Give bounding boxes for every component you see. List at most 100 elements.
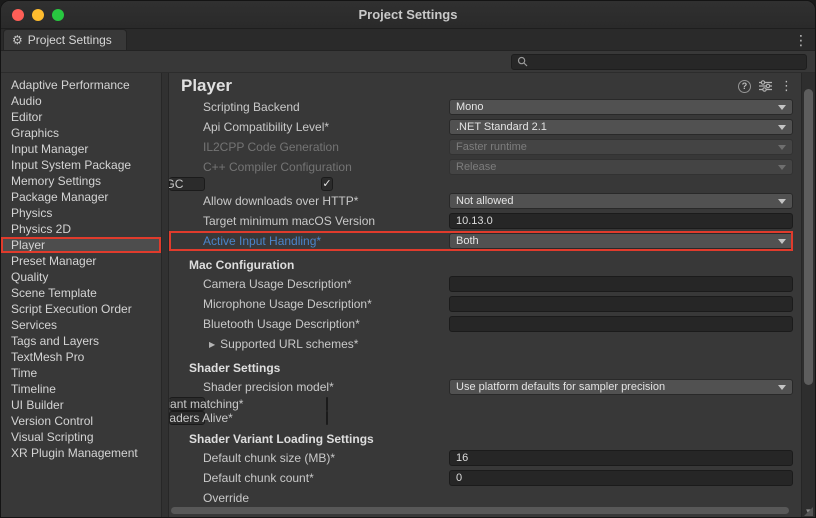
text-field-microphone-usage-description[interactable] xyxy=(449,296,793,312)
sidebar-item-memory-settings[interactable]: Memory Settings xyxy=(1,173,161,189)
text-field-camera-usage-description[interactable] xyxy=(449,276,793,292)
settings-row-api-compatibility-level[interactable]: Api Compatibility Level*.NET Standard 2.… xyxy=(169,117,793,137)
dropdown-c-compiler-configuration[interactable]: Release xyxy=(449,159,793,175)
checkbox-use-incremental-gc[interactable]: ✓ xyxy=(321,177,332,191)
section-header-mac-configuration: Mac Configuration xyxy=(169,255,793,274)
text-field-value: 10.13.0 xyxy=(456,215,493,227)
panel-header: Player ? ⋮ xyxy=(169,73,801,97)
sidebar-item-script-execution-order[interactable]: Script Execution Order xyxy=(1,301,161,317)
settings-row-supported-url-schemes[interactable]: ▶ Supported URL schemes* xyxy=(169,334,793,354)
sidebar-item-graphics[interactable]: Graphics xyxy=(1,125,161,141)
tab-project-settings[interactable]: ⚙ Project Settings xyxy=(3,29,127,50)
setting-label: Strict shader variant matching* xyxy=(169,397,326,411)
setting-label: Camera Usage Description* xyxy=(203,277,449,291)
chevron-down-icon xyxy=(778,385,786,390)
sidebar-item-input-manager[interactable]: Input Manager xyxy=(1,141,161,157)
vertical-scrollbar-thumb[interactable] xyxy=(804,89,813,385)
settings-row-scripting-backend[interactable]: Scripting BackendMono xyxy=(169,97,793,117)
titlebar: Project Settings xyxy=(1,1,815,29)
foldout-arrow-icon[interactable]: ▶ xyxy=(209,340,215,349)
sidebar-item-version-control[interactable]: Version Control xyxy=(1,413,161,429)
sidebar-item-player[interactable]: Player xyxy=(1,237,161,253)
checkbox-keep-loaded-shaders-alive[interactable] xyxy=(326,411,328,425)
sidebar-item-timeline[interactable]: Timeline xyxy=(1,381,161,397)
sidebar-item-package-manager[interactable]: Package Manager xyxy=(1,189,161,205)
window-controls xyxy=(1,9,64,21)
settings-row-strict-shader-variant-matching[interactable]: Strict shader variant matching* xyxy=(169,397,205,411)
setting-label: Microphone Usage Description* xyxy=(203,297,449,311)
sidebar-item-visual-scripting[interactable]: Visual Scripting xyxy=(1,429,161,445)
settings-row-use-incremental-gc[interactable]: Use incremental GC✓ xyxy=(169,177,205,191)
sidebar-item-audio[interactable]: Audio xyxy=(1,93,161,109)
settings-row-il2cpp-code-generation[interactable]: IL2CPP Code Generation Faster runtime xyxy=(169,137,793,157)
text-field-default-chunk-size-mb[interactable]: 16 xyxy=(449,450,793,466)
sidebar-item-tags-and-layers[interactable]: Tags and Layers xyxy=(1,333,161,349)
minimize-window-button[interactable] xyxy=(32,9,44,21)
sidebar-item-ui-builder[interactable]: UI Builder xyxy=(1,397,161,413)
window-resize-handle[interactable] xyxy=(804,507,813,516)
setting-label: Target minimum macOS Version xyxy=(203,214,449,228)
settings-row-keep-loaded-shaders-alive[interactable]: Keep Loaded Shaders Alive* xyxy=(169,411,205,425)
text-field-default-chunk-count[interactable]: 0 xyxy=(449,470,793,486)
dropdown-api-compatibility-level[interactable]: .NET Standard 2.1 xyxy=(449,119,793,135)
sidebar-item-textmesh-pro[interactable]: TextMesh Pro xyxy=(1,349,161,365)
sidebar-item-quality[interactable]: Quality xyxy=(1,269,161,285)
settings-row-c-compiler-configuration[interactable]: C++ Compiler ConfigurationRelease xyxy=(169,157,793,177)
sidebar-item-services[interactable]: Services xyxy=(1,317,161,333)
setting-label: Override xyxy=(203,491,449,505)
section-header-shader-variant-loading-settings: Shader Variant Loading Settings xyxy=(169,429,793,448)
sidebar-item-xr-plugin-management[interactable]: XR Plugin Management xyxy=(1,445,161,461)
sidebar-item-time[interactable]: Time xyxy=(1,365,161,381)
close-window-button[interactable] xyxy=(12,9,24,21)
dropdown-allow-downloads-over-http[interactable]: Not allowed xyxy=(449,193,793,209)
settings-row-override: Override xyxy=(169,488,793,508)
text-field-bluetooth-usage-description[interactable] xyxy=(449,316,793,332)
settings-row-active-input-handling[interactable]: Active Input Handling*Both xyxy=(169,231,793,251)
panel-menu-button[interactable]: ⋮ xyxy=(780,78,793,94)
search-field[interactable] xyxy=(511,54,807,70)
dropdown-value: Faster runtime xyxy=(456,141,527,153)
text-field-target-minimum-macos-version[interactable]: 10.13.0 xyxy=(449,213,793,229)
sidebar-item-editor[interactable]: Editor xyxy=(1,109,161,125)
chevron-down-icon xyxy=(778,239,786,244)
settings-row-target-minimum-macos-version[interactable]: Target minimum macOS Version 10.13.0 xyxy=(169,211,793,231)
dropdown-il2cpp-code-generation[interactable]: Faster runtime xyxy=(449,139,793,155)
horizontal-scrollbar[interactable] xyxy=(171,507,789,515)
checkbox-strict-shader-variant-matching[interactable] xyxy=(326,397,328,411)
search-icon xyxy=(517,56,528,67)
settings-row-camera-usage-description[interactable]: Camera Usage Description* xyxy=(169,274,793,294)
sidebar-item-physics[interactable]: Physics xyxy=(1,205,161,221)
zoom-window-button[interactable] xyxy=(52,9,64,21)
tab-label: Project Settings xyxy=(28,33,112,47)
section-title: Mac Configuration xyxy=(189,258,294,272)
preset-icon[interactable] xyxy=(759,80,772,92)
settings-row-bluetooth-usage-description[interactable]: Bluetooth Usage Description* xyxy=(169,314,793,334)
dropdown-scripting-backend[interactable]: Mono xyxy=(449,99,793,115)
setting-label: Default chunk count* xyxy=(203,471,449,485)
sidebar-item-scene-template[interactable]: Scene Template xyxy=(1,285,161,301)
settings-category-list: Adaptive PerformanceAudioEditorGraphicsI… xyxy=(1,73,161,518)
check-icon: ✓ xyxy=(322,179,331,190)
settings-row-default-chunk-count[interactable]: Default chunk count*0 xyxy=(169,468,793,488)
chevron-down-icon xyxy=(778,125,786,130)
section-title: Shader Variant Loading Settings xyxy=(189,432,374,446)
dropdown-active-input-handling[interactable]: Both xyxy=(449,233,793,249)
sidebar-item-input-system-package[interactable]: Input System Package xyxy=(1,157,161,173)
dropdown-value: Release xyxy=(456,161,496,173)
settings-row-allow-downloads-over-http[interactable]: Allow downloads over HTTP*Not allowed xyxy=(169,191,793,211)
settings-row-microphone-usage-description[interactable]: Microphone Usage Description* xyxy=(169,294,793,314)
settings-row-default-chunk-size-mb[interactable]: Default chunk size (MB)*16 xyxy=(169,448,793,468)
help-icon[interactable]: ? xyxy=(738,80,751,93)
search-input[interactable] xyxy=(532,56,801,68)
dropdown-shader-precision-model[interactable]: Use platform defaults for sampler precis… xyxy=(449,379,793,395)
sidebar-item-preset-manager[interactable]: Preset Manager xyxy=(1,253,161,269)
setting-label: IL2CPP Code Generation xyxy=(203,140,449,154)
setting-label: Supported URL schemes* xyxy=(220,337,448,351)
tab-menu-button[interactable]: ⋮ xyxy=(794,32,808,49)
vertical-scrollbar[interactable]: ▼ xyxy=(801,73,815,518)
horizontal-scrollbar-thumb[interactable] xyxy=(171,507,789,514)
sidebar-item-adaptive-performance[interactable]: Adaptive Performance xyxy=(1,77,161,93)
sidebar-scrollbar-track[interactable] xyxy=(161,73,169,518)
settings-row-shader-precision-model[interactable]: Shader precision model*Use platform defa… xyxy=(169,377,793,397)
sidebar-item-physics-2d[interactable]: Physics 2D xyxy=(1,221,161,237)
